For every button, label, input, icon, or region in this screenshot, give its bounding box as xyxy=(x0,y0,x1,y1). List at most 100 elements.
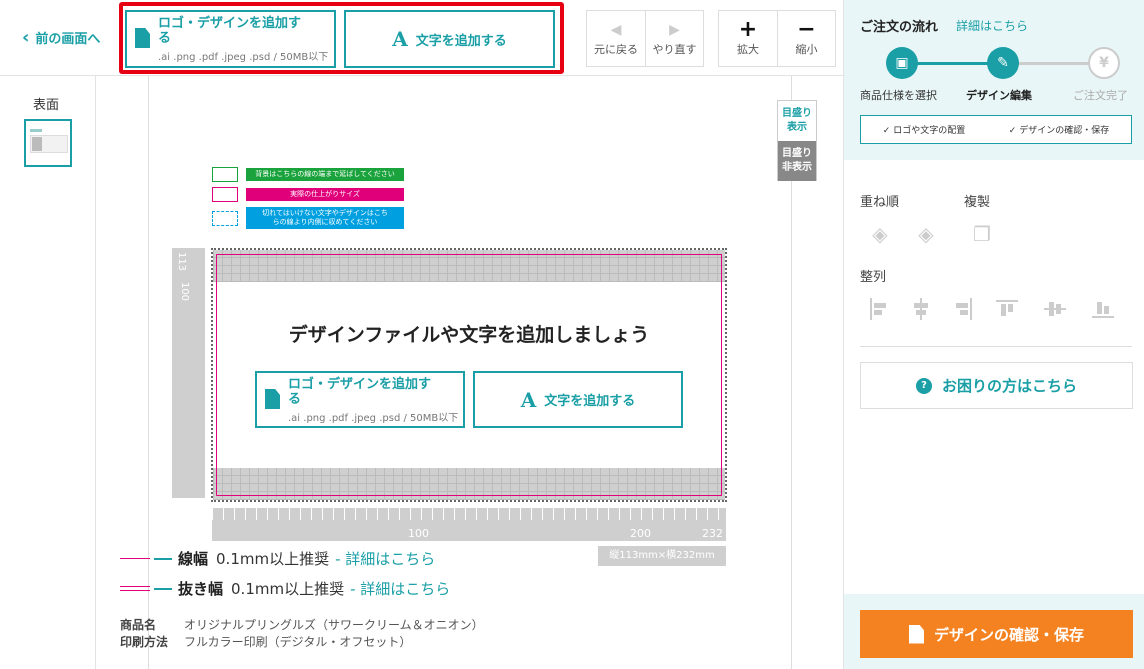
back-link-label: 前の画面へ xyxy=(35,32,101,47)
duplicate-icon[interactable]: ❐ xyxy=(970,222,994,246)
order-flow: ご注文の流れ 詳細はこちら ▣ ✎ ¥ 商品仕様を選択 デザイン編集 ご注文完了… xyxy=(844,0,1144,160)
ruler-number: 113 xyxy=(176,251,188,272)
back-link[interactable]: ‹ 前の画面へ xyxy=(22,28,100,47)
question-icon: ? xyxy=(915,377,932,394)
legend-safe-text: 切れてはいけない文字やデザインはこちらの線より内側に収めてください xyxy=(246,207,404,229)
knockout-width-label: 抜き幅 xyxy=(178,580,224,598)
order-flow-detail-link[interactable]: 詳細はこちら xyxy=(956,17,1028,34)
add-logo-formats: .ai .png .pdf .jpeg .psd / 50MB以下 xyxy=(158,52,329,63)
print-method-key: 印刷方法 xyxy=(120,635,169,649)
text-icon: A xyxy=(392,27,408,51)
send-backward-icon[interactable]: ◈ xyxy=(914,222,938,246)
zoom-out-button[interactable]: − 縮小 xyxy=(777,11,835,66)
align-right-icon[interactable] xyxy=(952,298,974,320)
canvas-prompt-title: デザインファイルや文字を追加しましょう xyxy=(288,324,650,346)
canvas-add-text-button[interactable]: A 文字を追加する xyxy=(473,371,683,428)
zoom-out-label: 縮小 xyxy=(795,42,818,56)
document-search-icon xyxy=(908,624,924,644)
legend-safe-swatch xyxy=(212,210,238,226)
align-top-icon[interactable] xyxy=(996,298,1018,320)
scale-toggle: 目盛り 表示 目盛り 非表示 xyxy=(777,100,817,181)
ruler-number: 232 xyxy=(702,527,723,540)
editor-toolbar: ‹ 前の画面へ ロゴ・デザインを追加する .ai .png .pdf .jpeg… xyxy=(0,0,843,76)
print-method-row: 印刷方法 フルカラー印刷（デジタル・オフセット） xyxy=(120,633,411,650)
legend-safe: 切れてはいけない文字やデザインはこちらの線より内側に収めてください xyxy=(212,207,404,229)
scale-show-label: 表示 xyxy=(787,122,807,133)
zoom-group: + 拡大 − 縮小 xyxy=(718,10,836,67)
product-name-row: 商品名 オリジナルプリングルズ（サワークリーム＆オニオン） xyxy=(120,616,484,633)
help-button-label: お困りの方はこちら xyxy=(941,377,1077,395)
canvas-add-logo-label: ロゴ・デザインを追加する xyxy=(288,377,432,407)
design-substeps: ✓ ロゴや文字の配置 ✓ デザインの確認・保存 xyxy=(860,115,1132,144)
add-text-button[interactable]: A 文字を追加する xyxy=(344,10,555,68)
legend-bleed: 背景はこちらの線の端まで延ばしてください xyxy=(212,167,404,182)
substep-place: ✓ ロゴや文字の配置 xyxy=(882,126,966,136)
chevron-left-icon: ‹ xyxy=(22,26,30,48)
step-label-spec: 商品仕様を選択 xyxy=(860,89,937,102)
zoom-in-button[interactable]: + 拡大 xyxy=(719,11,777,66)
align-left-icon[interactable] xyxy=(868,298,890,320)
undo-icon: ◀ xyxy=(610,21,622,38)
text-icon: A xyxy=(520,387,537,412)
duplicate-label: 複製 xyxy=(964,195,991,210)
confirm-save-button[interactable]: デザインの確認・保存 xyxy=(860,610,1133,658)
plus-icon: + xyxy=(738,16,758,42)
legend-bleed-swatch xyxy=(212,167,238,182)
align-center-h-icon[interactable] xyxy=(910,298,932,320)
minus-icon: − xyxy=(797,16,816,42)
align-middle-v-icon[interactable] xyxy=(1044,298,1066,320)
substep-confirm: ✓ デザインの確認・保存 xyxy=(1008,126,1110,136)
right-panel: ご注文の流れ 詳細はこちら ▣ ✎ ¥ 商品仕様を選択 デザイン編集 ご注文完了… xyxy=(843,0,1144,669)
scale-show-label: 目盛り xyxy=(782,108,812,119)
help-button[interactable]: ? お困りの方はこちら xyxy=(860,362,1133,409)
step-label-design: デザイン編集 xyxy=(966,89,1032,102)
ruler-number: 100 xyxy=(179,281,191,302)
undo-label: 元に戻る xyxy=(594,42,638,56)
bring-forward-icon[interactable]: ◈ xyxy=(868,222,892,246)
line-width-value: 0.1mm以上推奨 xyxy=(216,550,330,568)
layer-order-label: 重ね順 xyxy=(860,195,900,210)
gift-icon: ▣ xyxy=(886,47,918,79)
line-width-detail-link[interactable]: - 詳細はこちら xyxy=(335,548,435,569)
pages-pane: 表面 xyxy=(0,76,96,669)
page-thumbnail[interactable] xyxy=(24,119,72,167)
scale-show-button[interactable]: 目盛り 表示 xyxy=(778,101,816,141)
canvas-add-logo-formats: .ai .png .pdf .jpeg .psd / 50MB以下 xyxy=(288,413,459,424)
file-icon xyxy=(265,389,280,409)
legend-trim-text: 実際の仕上がりサイズ xyxy=(246,188,404,201)
zoom-in-label: 拡大 xyxy=(737,42,759,56)
line-width-label: 線幅 xyxy=(178,550,209,568)
pencil-icon: ✎ xyxy=(987,47,1019,79)
add-logo-button[interactable]: ロゴ・デザインを追加する .ai .png .pdf .jpeg .psd / … xyxy=(125,10,336,68)
knockout-width-swatch xyxy=(120,583,172,595)
knockout-width-spec: 抜き幅 0.1mm以上推奨 - 詳細はこちら xyxy=(120,578,450,599)
step-label-complete: ご注文完了 xyxy=(1073,89,1128,102)
canvas-add-text-label: 文字を追加する xyxy=(544,394,636,409)
undo-button[interactable]: ◀ 元に戻る xyxy=(587,11,645,66)
panel-divider xyxy=(860,346,1132,347)
product-name-key: 商品名 xyxy=(120,618,157,632)
product-name-value: オリジナルプリングルズ（サワークリーム＆オニオン） xyxy=(184,618,484,632)
redo-button[interactable]: ▶ やり直す xyxy=(645,11,703,66)
redo-icon: ▶ xyxy=(669,21,680,38)
legend-trim-swatch xyxy=(212,187,238,202)
add-text-label: 文字を追加する xyxy=(415,33,507,49)
vertical-ruler: 113 100 xyxy=(172,248,205,498)
align-bottom-icon[interactable] xyxy=(1092,298,1114,320)
scale-hide-button[interactable]: 目盛り 非表示 xyxy=(778,141,816,181)
ruler-number: 100 xyxy=(408,527,429,540)
knockout-width-detail-link[interactable]: - 詳細はこちら xyxy=(350,578,450,599)
print-method-value: フルカラー印刷（デジタル・オフセット） xyxy=(184,635,412,649)
ruler-number: 200 xyxy=(630,527,651,540)
confirm-save-label: デザインの確認・保存 xyxy=(933,625,1084,644)
align-label: 整列 xyxy=(860,270,887,285)
canvas-add-logo-button[interactable]: ロゴ・デザインを追加する .ai .png .pdf .jpeg .psd / … xyxy=(255,371,465,428)
legend-trim: 実際の仕上がりサイズ xyxy=(212,187,404,202)
yen-icon: ¥ xyxy=(1088,47,1120,79)
line-width-swatch xyxy=(120,553,172,565)
line-width-spec: 線幅 0.1mm以上推奨 - 詳細はこちら xyxy=(120,548,435,569)
add-logo-label: ロゴ・デザインを追加する xyxy=(158,16,302,46)
legend-bleed-text: 背景はこちらの線の端まで延ばしてください xyxy=(246,168,404,181)
knockout-width-value: 0.1mm以上推奨 xyxy=(231,580,345,598)
scale-hide-label: 非表示 xyxy=(782,162,812,173)
